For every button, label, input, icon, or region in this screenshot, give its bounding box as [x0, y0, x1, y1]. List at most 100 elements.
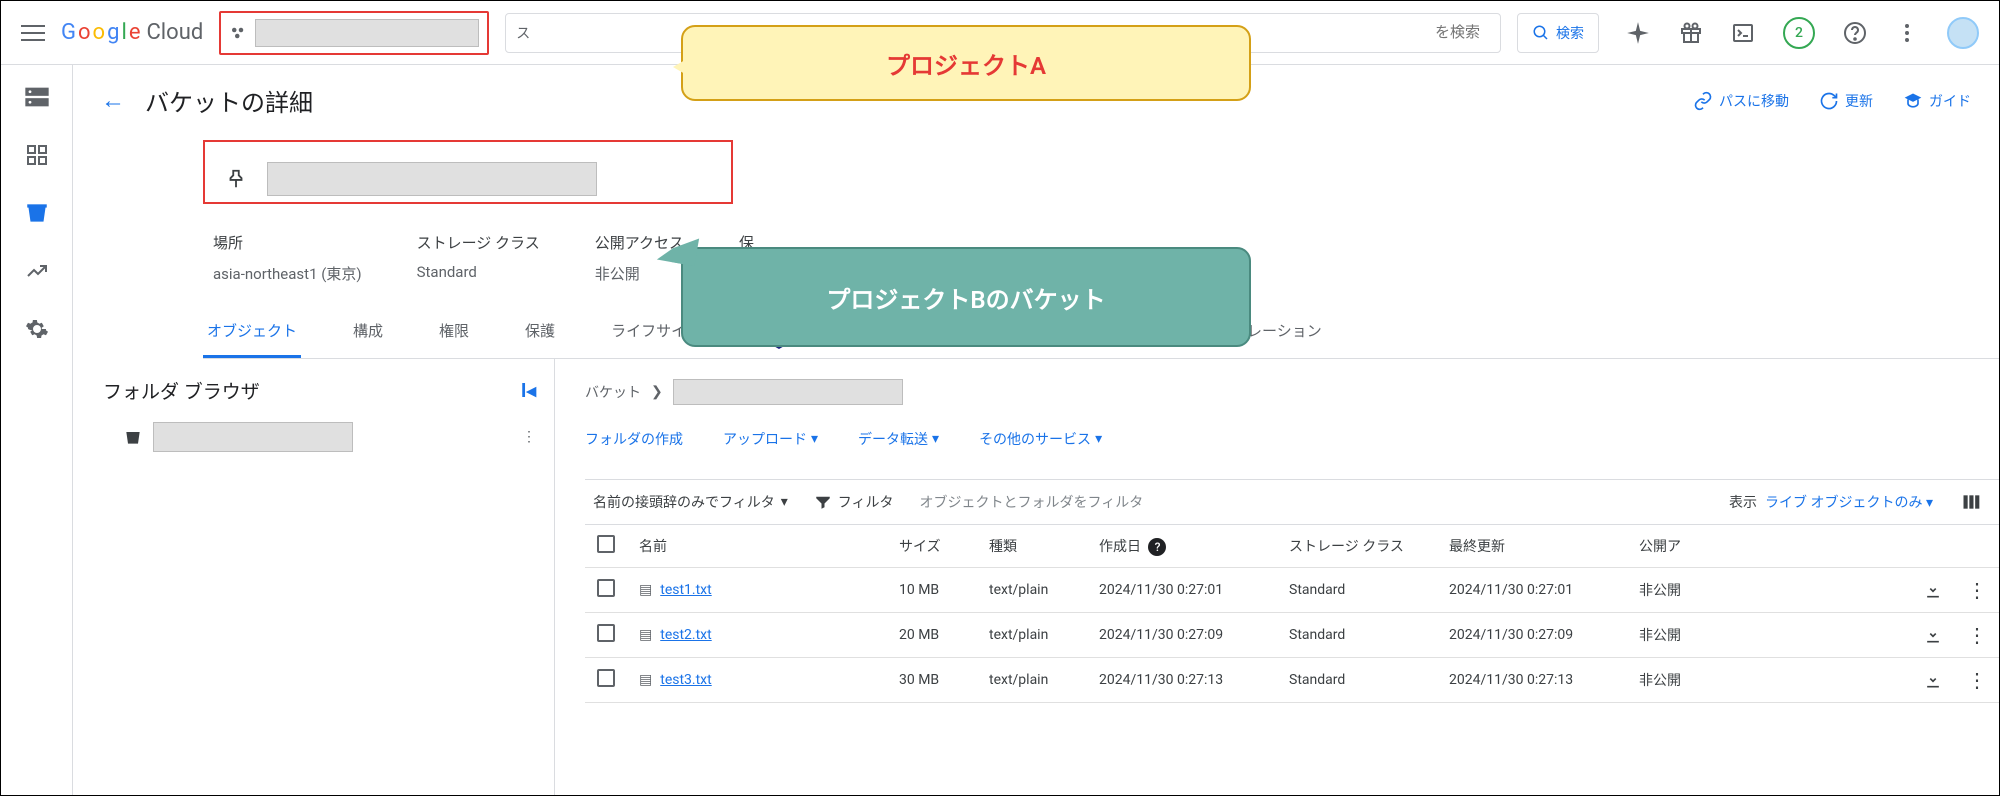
other-services-link[interactable]: その他のサービス ▾: [979, 429, 1102, 449]
tab-config[interactable]: 構成: [349, 320, 387, 358]
th-name[interactable]: 名前: [627, 525, 887, 568]
project-dots-icon: [229, 24, 247, 42]
refresh-icon: [1819, 91, 1839, 111]
display-label: 表示: [1729, 492, 1757, 512]
callout-project-b-bucket: プロジェクトBのバケット: [681, 247, 1251, 347]
th-class[interactable]: ストレージ クラス: [1277, 525, 1437, 568]
th-created[interactable]: 作成日 ?: [1087, 525, 1277, 568]
upload-link[interactable]: アップロード ▾: [723, 429, 818, 449]
search-icon: [1532, 24, 1550, 42]
cell-access: 非公開: [1627, 568, 1911, 613]
filter-row: 名前の接頭辞のみでフィルタ ▾ フィルタ オブジェクトとフォルダをフィルタ 表示…: [585, 479, 1999, 525]
notification-badge[interactable]: 2: [1783, 17, 1815, 49]
filter-icon: [814, 493, 832, 511]
storage-icon[interactable]: [23, 83, 51, 111]
filter-btn[interactable]: フィルタ: [814, 492, 894, 512]
bucket-name-box: [203, 140, 733, 204]
bucket-icon[interactable]: [23, 199, 51, 227]
object-list-panel: バケット ❯ フォルダの作成 アップロード ▾ データ転送 ▾ その他のサービス…: [555, 359, 1999, 795]
chevron-down-icon: ▾: [932, 431, 939, 447]
cell-created: 2024/11/30 0:27:01: [1087, 568, 1277, 613]
folder-browser-panel: フォルダ ブラウザ I◂ ⋮: [73, 359, 555, 795]
cell-created: 2024/11/30 0:27:13: [1087, 658, 1277, 703]
gemini-icon[interactable]: [1625, 20, 1651, 46]
row-checkbox[interactable]: [597, 579, 615, 597]
pin-icon[interactable]: [225, 168, 247, 190]
table-row: ▤ test2.txt 20 MB text/plain 2024/11/30 0…: [585, 613, 1999, 658]
row-more-icon[interactable]: ⋮: [1967, 668, 1987, 692]
tab-permissions[interactable]: 権限: [435, 320, 473, 358]
collapse-icon[interactable]: I◂: [521, 379, 536, 402]
prefix-filter-btn[interactable]: 名前の接頭辞のみでフィルタ ▾: [593, 492, 788, 512]
download-icon[interactable]: [1923, 625, 1943, 645]
row-checkbox[interactable]: [597, 624, 615, 642]
table-row: ▤test1.txt 10 MB text/plain 2024/11/30 0…: [585, 568, 1999, 613]
meta-loc-value: asia-northeast1 (東京): [213, 263, 362, 284]
help-tooltip-icon[interactable]: ?: [1148, 538, 1166, 556]
display-mode[interactable]: ライブ オブジェクトのみ ▾: [1765, 492, 1933, 512]
file-link[interactable]: test2.txt: [660, 627, 711, 643]
search-button[interactable]: 検索: [1517, 13, 1599, 53]
meta-loc-label: 場所: [213, 232, 362, 253]
meta-class-label: ストレージ クラス: [417, 232, 540, 253]
overview-icon[interactable]: [23, 141, 51, 169]
callout-project-a: プロジェクトA: [681, 25, 1251, 101]
logo[interactable]: Google Cloud: [61, 20, 203, 45]
th-size[interactable]: サイズ: [887, 525, 977, 568]
cell-size: 20 MB: [887, 613, 977, 658]
tab-protection[interactable]: 保護: [521, 320, 559, 358]
meta-class-value: Standard: [417, 263, 540, 281]
path-link[interactable]: パスに移動: [1693, 91, 1789, 111]
bucket-name-redacted: [267, 162, 597, 196]
row-more-icon[interactable]: ⋮: [1967, 578, 1987, 602]
gift-icon[interactable]: [1679, 21, 1703, 45]
th-updated[interactable]: 最終更新: [1437, 525, 1627, 568]
row-more-icon[interactable]: ⋮: [1967, 623, 1987, 647]
th-access[interactable]: 公開ア: [1627, 525, 1911, 568]
header-icons: 2: [1625, 17, 1979, 49]
terminal-icon[interactable]: [1731, 21, 1755, 45]
cell-type: text/plain: [977, 613, 1087, 658]
object-table: 名前 サイズ 種類 作成日 ? ストレージ クラス 最終更新 公開ア ▤ test…: [585, 525, 1999, 703]
filter-placeholder[interactable]: オブジェクトとフォルダをフィルタ: [920, 492, 1144, 512]
download-icon[interactable]: [1923, 580, 1943, 600]
th-type[interactable]: 種類: [977, 525, 1087, 568]
project-picker[interactable]: [219, 11, 489, 55]
file-icon: ▤: [639, 627, 652, 643]
breadcrumb-bucket-redacted: [673, 379, 903, 405]
tab-objects[interactable]: オブジェクト: [203, 320, 301, 358]
more-vert-icon[interactable]: [1895, 21, 1919, 45]
project-name-redacted: [255, 19, 479, 47]
folder-more-icon[interactable]: ⋮: [522, 429, 536, 445]
file-icon: ▤: [639, 582, 652, 598]
download-icon[interactable]: [1923, 670, 1943, 690]
cell-created: 2024/11/30 0:27:09: [1087, 613, 1277, 658]
folder-item[interactable]: ⋮: [103, 422, 536, 452]
file-link[interactable]: test3.txt: [660, 672, 711, 688]
monitoring-icon[interactable]: [23, 257, 51, 285]
columns-icon[interactable]: [1961, 492, 1981, 512]
avatar[interactable]: [1947, 17, 1979, 49]
help-icon[interactable]: [1843, 21, 1867, 45]
file-link[interactable]: test1.txt: [660, 582, 711, 598]
refresh-link[interactable]: 更新: [1819, 91, 1873, 111]
table-row: ▤test3.txt 30 MB text/plain 2024/11/30 0…: [585, 658, 1999, 703]
create-folder-link[interactable]: フォルダの作成: [585, 429, 683, 449]
row-checkbox[interactable]: [597, 669, 615, 687]
folder-name-redacted: [153, 422, 353, 452]
back-arrow-icon[interactable]: ←: [101, 86, 125, 115]
folder-browser-title: フォルダ ブラウザ: [103, 377, 260, 404]
settings-icon[interactable]: [23, 315, 51, 343]
guide-link[interactable]: ガイド: [1903, 91, 1971, 111]
bucket-small-icon: [123, 427, 143, 447]
transfer-link[interactable]: データ転送 ▾: [858, 429, 939, 449]
cell-access: 非公開: [1627, 613, 1911, 658]
cell-class: Standard: [1277, 568, 1437, 613]
cell-access: 非公開: [1627, 658, 1911, 703]
link-icon: [1693, 91, 1713, 111]
cell-updated: 2024/11/30 0:27:01: [1437, 568, 1627, 613]
menu-icon[interactable]: [21, 21, 45, 45]
select-all-checkbox[interactable]: [597, 535, 615, 553]
breadcrumb-root[interactable]: バケット: [585, 382, 641, 402]
file-icon: ▤: [639, 672, 652, 688]
